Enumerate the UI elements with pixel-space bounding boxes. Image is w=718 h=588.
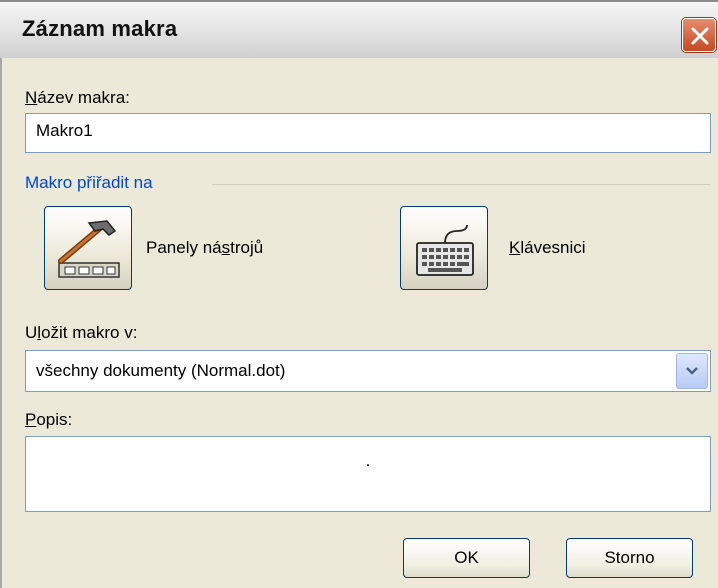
keyboard-button[interactable] [400, 206, 488, 290]
keyboard-label: Klávesnici [509, 238, 586, 258]
macro-name-value: Makro1 [36, 121, 93, 140]
store-in-selected-value: všechny dokumenty (Normal.dot) [36, 361, 286, 380]
title-bar[interactable]: Záznam makra [0, 0, 718, 58]
hammer-toolbar-icon [58, 220, 120, 278]
store-in-select[interactable]: všechny dokumenty (Normal.dot) [25, 350, 711, 392]
keyboard-label-accel: K [509, 238, 521, 257]
toolbars-label-pre: Panely ná [146, 238, 222, 257]
ok-button[interactable]: OK [403, 538, 530, 578]
store-in-label: Uložit makro v: [25, 323, 137, 343]
assign-group-label: Makro přiřadit na [25, 173, 153, 192]
description-value: . [365, 451, 371, 470]
assign-group-divider [212, 184, 710, 185]
keyboard-icon [416, 224, 474, 276]
toolbars-label-accel: s [221, 238, 231, 257]
store-in-label-post: ožit makro v: [41, 323, 138, 342]
description-textarea[interactable]: . [25, 436, 711, 512]
record-macro-dialog: Záznam makra Název makra: Makro1 Makro p… [0, 0, 718, 588]
close-button[interactable] [682, 18, 716, 52]
macro-name-label-rest: ázev makra: [37, 88, 130, 107]
dropdown-button[interactable] [676, 353, 708, 389]
toolbars-label-post: trojů [230, 238, 264, 257]
description-label-accel: P [25, 410, 37, 429]
dialog-title: Záznam makra [22, 16, 178, 41]
macro-name-label: Název makra: [25, 88, 130, 108]
chevron-down-icon [686, 367, 698, 375]
close-icon [691, 27, 709, 45]
store-in-label-pre: U [25, 323, 38, 342]
macro-name-label-accel: N [25, 88, 38, 107]
cancel-button[interactable]: Storno [566, 538, 693, 578]
macro-name-input[interactable]: Makro1 [25, 113, 711, 153]
toolbars-button[interactable] [44, 206, 132, 290]
toolbars-label: Panely nástrojů [146, 238, 263, 258]
keyboard-label-rest: lávesnici [520, 238, 586, 257]
description-label: Popis: [25, 410, 72, 430]
description-label-rest: opis: [36, 410, 73, 429]
